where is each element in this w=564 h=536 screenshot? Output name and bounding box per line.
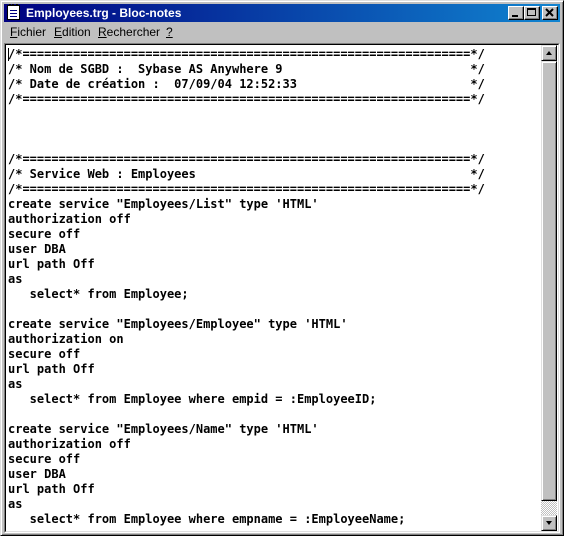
text-line — [8, 407, 540, 422]
text-line: as — [8, 377, 23, 391]
text-editor[interactable]: /*======================================… — [5, 44, 559, 532]
text-line: as — [8, 272, 23, 286]
text-line: create service "Employees/List" type 'HT… — [8, 197, 319, 211]
text-line: secure off — [8, 227, 81, 241]
menu-edition-mnemonic: E — [54, 25, 63, 39]
editor-text[interactable]: /*======================================… — [8, 47, 540, 527]
menu-rechercher[interactable]: Rechercher — [95, 23, 163, 42]
text-line — [8, 107, 540, 122]
menu-help-mnemonic: ? — [166, 25, 173, 39]
text-line: user DBA — [8, 467, 66, 481]
minimize-button[interactable] — [508, 6, 524, 20]
arrow-down-icon — [546, 521, 552, 525]
text-line: /*======================================… — [8, 92, 485, 106]
scroll-down-button[interactable] — [541, 515, 557, 531]
menu-help[interactable]: ? — [163, 23, 176, 42]
menu-bar: Fichier Edition Rechercher ? — [4, 23, 560, 42]
text-line: select* from Employee where empid = :Emp… — [8, 392, 377, 406]
text-line: /* Date de création : 07/09/04 12:52:33 … — [8, 77, 485, 91]
text-line: /* Service Web : Employees */ — [8, 167, 485, 181]
vertical-scrollbar[interactable] — [541, 45, 557, 531]
text-line: user DBA — [8, 242, 66, 256]
text-line — [8, 122, 540, 137]
text-line: /*======================================… — [8, 47, 485, 61]
menu-rechercher-label: echercher — [106, 25, 161, 39]
text-line: url path Off — [8, 362, 95, 376]
window-title: Employees.trg - Bloc-notes — [26, 6, 182, 20]
text-line: create service "Employees/Employee" type… — [8, 317, 348, 331]
scroll-up-button[interactable] — [541, 45, 557, 61]
close-button[interactable] — [542, 6, 558, 20]
maximize-icon — [527, 8, 536, 16]
menu-fichier[interactable]: Fichier — [7, 23, 49, 42]
text-line: authorization off — [8, 437, 131, 451]
text-line — [8, 137, 540, 152]
scroll-thumb[interactable] — [541, 61, 557, 501]
text-line: as — [8, 497, 23, 511]
notepad-window: Employees.trg - Bloc-notes Fichier Editi… — [0, 0, 564, 536]
notepad-icon[interactable] — [7, 4, 20, 20]
menu-edition[interactable]: Edition — [51, 23, 94, 42]
text-line: secure off — [8, 452, 81, 466]
arrow-up-icon — [546, 51, 552, 55]
text-line: select* from Employee where empname = :E… — [8, 512, 406, 526]
text-line: /* Nom de SGBD : Sybase AS Anywhere 9 */ — [8, 62, 485, 76]
maximize-button[interactable] — [524, 6, 540, 20]
text-line: /*======================================… — [8, 152, 485, 166]
text-line: authorization on — [8, 332, 124, 346]
editor-frame: /*======================================… — [4, 43, 560, 533]
text-line: url path Off — [8, 482, 95, 496]
text-line: url path Off — [8, 257, 95, 271]
text-line: authorization off — [8, 212, 131, 226]
text-caret — [8, 48, 9, 61]
menu-fichier-label: ichier — [17, 25, 47, 39]
text-line: select* from Employee; — [8, 287, 189, 301]
text-line: create service "Employees/Name" type 'HT… — [8, 422, 319, 436]
close-icon — [545, 8, 554, 17]
menu-rechercher-mnemonic: R — [98, 25, 107, 39]
minimize-icon — [512, 15, 518, 17]
text-line — [8, 302, 540, 317]
text-line: secure off — [8, 347, 81, 361]
menu-edition-label: dition — [62, 25, 91, 39]
title-bar[interactable]: Employees.trg - Bloc-notes — [4, 4, 560, 22]
text-line: /*======================================… — [8, 182, 485, 196]
